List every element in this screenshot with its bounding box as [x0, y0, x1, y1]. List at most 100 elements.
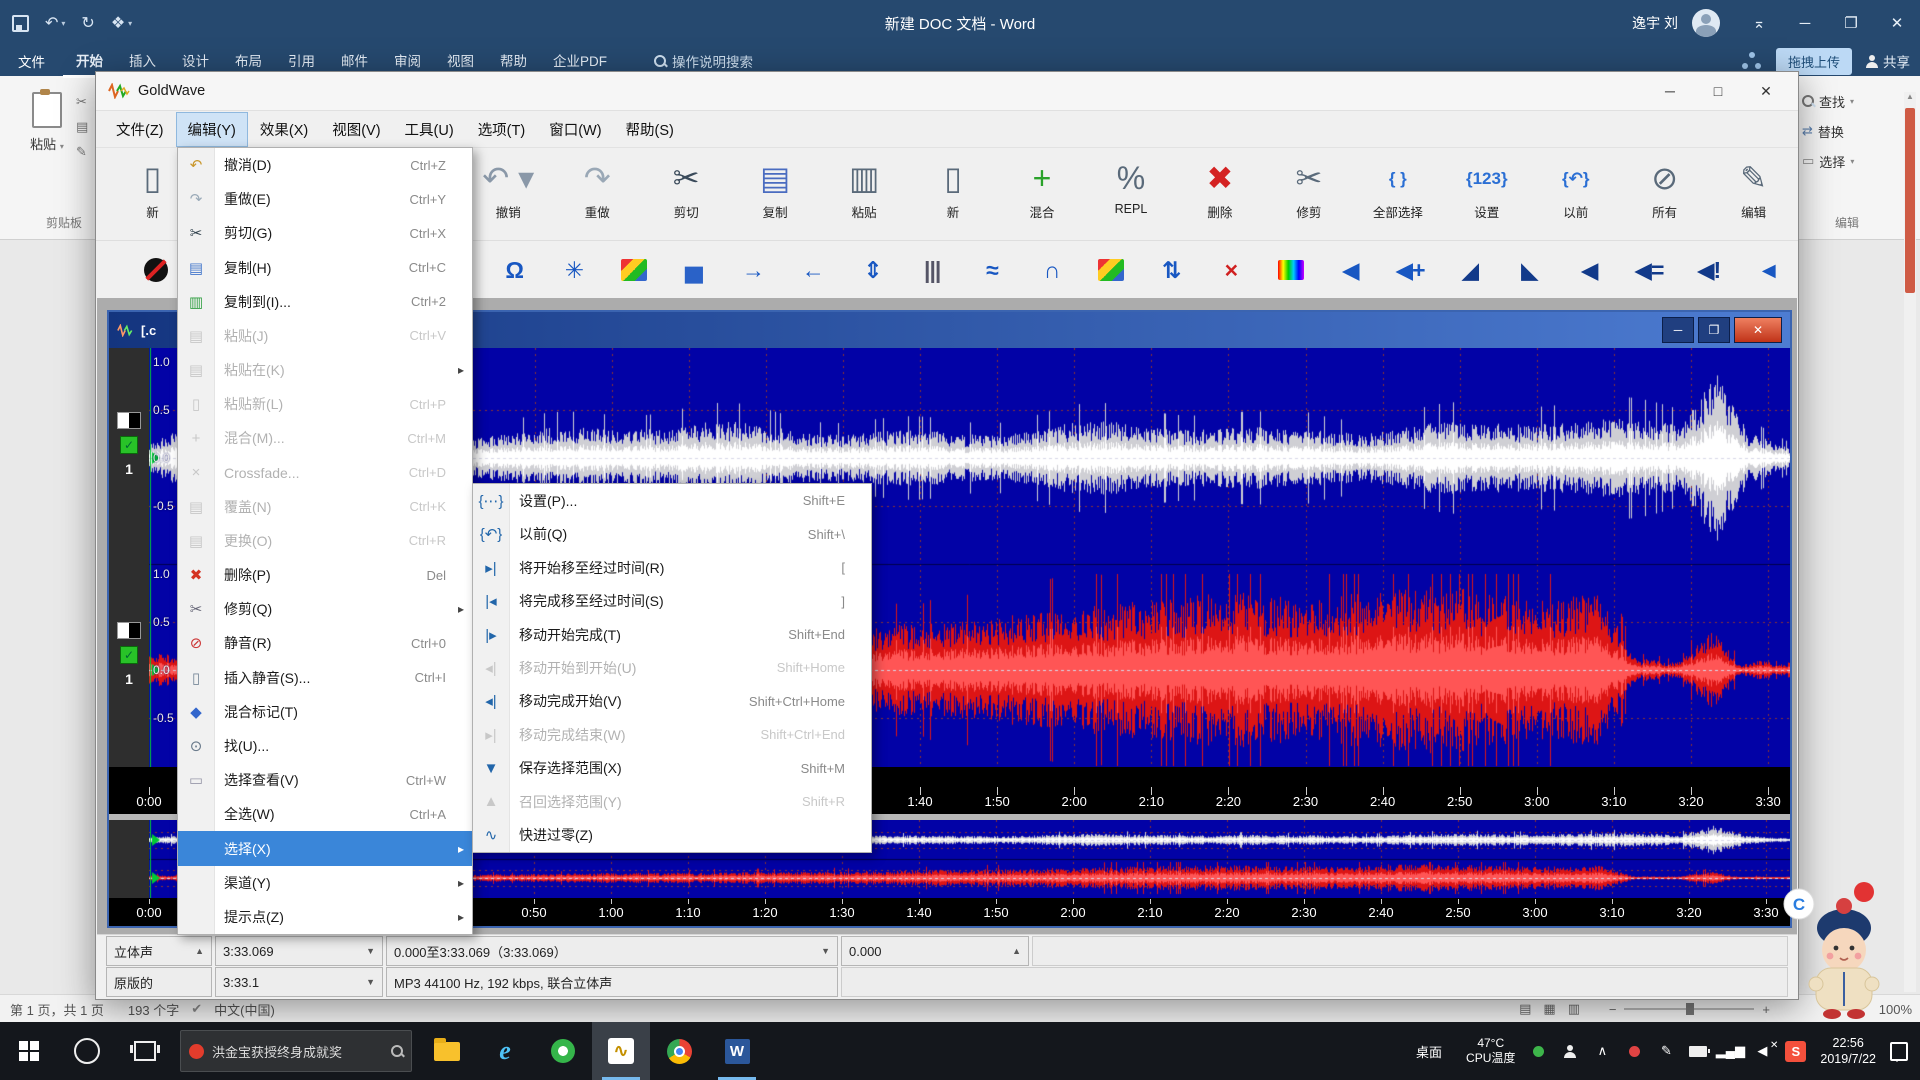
tab-file[interactable]: 文件	[0, 46, 63, 76]
menubar-item[interactable]: 工具(U)	[393, 112, 466, 147]
scroll-up-arrow-icon[interactable]: ▲	[1904, 92, 1916, 106]
cortana-button[interactable]	[58, 1022, 116, 1080]
select-submenu-item[interactable]: ∿快进过零(Z)	[473, 819, 871, 852]
effect-button[interactable]: →	[723, 248, 783, 292]
hidden-icons-chevron[interactable]: ∧	[1593, 1042, 1611, 1060]
language-indicator[interactable]: 中文(中国)	[214, 1000, 275, 1019]
close-button[interactable]: ✕	[1746, 76, 1786, 106]
quality-field[interactable]: 原版的	[106, 967, 212, 997]
action-center-button[interactable]	[1890, 1042, 1908, 1060]
position-field[interactable]: 0.000▲	[841, 936, 1029, 966]
edit-menu-item[interactable]: ↶撤消(D)Ctrl+Z	[178, 148, 472, 182]
spinner-up-icon[interactable]: ▲	[1004, 946, 1021, 956]
menubar-item[interactable]: 帮助(S)	[614, 112, 686, 147]
effect-button[interactable]: |||	[902, 248, 962, 292]
effect-button[interactable]: ▅	[663, 248, 723, 292]
edit-menu-item[interactable]: +混合(M)...Ctrl+M	[178, 421, 472, 455]
effect-button[interactable]: ⇅	[1141, 248, 1201, 292]
edit-menu-item[interactable]: ◆混合标记(T)	[178, 695, 472, 729]
minimize-button[interactable]: ─	[1662, 317, 1694, 343]
volume-muted-icon[interactable]: ◀✕	[1753, 1042, 1771, 1060]
toolbar-button[interactable]: {↶}以前	[1531, 148, 1620, 236]
toolbar-button[interactable]: +混合	[998, 148, 1087, 236]
tab-帮助[interactable]: 帮助	[487, 45, 540, 75]
replace-button[interactable]: ⇄替换	[1802, 116, 1902, 146]
effect-button[interactable]: Ω	[484, 248, 544, 292]
tab-视图[interactable]: 视图	[434, 45, 487, 75]
web-layout-icon[interactable]: ▥	[1568, 1001, 1580, 1017]
effect-button[interactable]: ≈	[962, 248, 1022, 292]
start-button[interactable]	[0, 1022, 58, 1080]
menubar-item[interactable]: 选项(T)	[466, 112, 538, 147]
close-button[interactable]: ✕	[1874, 0, 1920, 46]
select-submenu-item[interactable]: {↶}以前(Q)Shift+\	[473, 517, 871, 550]
edit-menu-item[interactable]: ▤更换(O)Ctrl+R	[178, 524, 472, 558]
desktop-peek-button[interactable]: 桌面	[1416, 1042, 1452, 1061]
toolbar-button[interactable]: ✂修剪	[1264, 148, 1353, 236]
effect-button[interactable]: ◀=	[1619, 248, 1679, 292]
antivirus-tray-icon[interactable]	[1529, 1042, 1547, 1060]
copy-icon[interactable]: ▤	[76, 119, 88, 135]
toolbar-button[interactable]: {123}设置	[1442, 148, 1531, 236]
cpu-temperature-widget[interactable]: 47°C CPU温度	[1466, 1036, 1515, 1066]
effect-button[interactable]	[604, 248, 664, 292]
select-submenu-item[interactable]: |▸移动开始完成(T)Shift+End	[473, 618, 871, 651]
select-submenu-item[interactable]: ◂|移动完成开始(V)Shift+Ctrl+Home	[473, 685, 871, 718]
edit-menu-item[interactable]: ▥复制到(I)...Ctrl+2	[178, 285, 472, 319]
toolbar-button[interactable]: ↶ ▾撤销	[464, 148, 553, 236]
user-tray-icon[interactable]	[1561, 1042, 1579, 1060]
user-name[interactable]: 逸宇 刘	[1632, 13, 1678, 33]
tab-设计[interactable]: 设计	[169, 45, 222, 75]
select-submenu-item[interactable]: |◂将完成移至经过时间(S)]	[473, 584, 871, 617]
toolbar-button[interactable]: ✂剪切	[642, 148, 731, 236]
sogou-input-icon[interactable]: S	[1785, 1041, 1806, 1062]
dropdown-icon[interactable]: ▼	[358, 946, 375, 956]
menubar-item[interactable]: 视图(V)	[320, 112, 392, 147]
scrollbar-thumb[interactable]	[1905, 108, 1915, 293]
minimize-button[interactable]: ─	[1782, 0, 1828, 46]
edit-menu-item[interactable]: 提示点(Z)▸	[178, 900, 472, 934]
channel-balance-icon[interactable]	[117, 622, 141, 639]
maximize-button[interactable]: ❐	[1828, 0, 1874, 46]
proofing-icon[interactable]: ✔	[191, 1001, 202, 1017]
select-button[interactable]: ▭选择▾	[1802, 146, 1902, 176]
select-submenu-item[interactable]: ◂|移动开始到开始(U)Shift+Home	[473, 651, 871, 684]
toolbar-button[interactable]: ▯新	[909, 148, 998, 236]
pen-tray-icon[interactable]: ✎	[1657, 1042, 1675, 1060]
effect-button[interactable]: ⇕	[843, 248, 903, 292]
edit-menu-item[interactable]: ✂修剪(Q)▸	[178, 592, 472, 626]
length-field[interactable]: 3:33.069▼	[215, 936, 383, 966]
zoom-slider[interactable]: − +	[1609, 1002, 1770, 1017]
restore-button[interactable]: ❐	[1698, 317, 1730, 343]
tell-me-search[interactable]: 操作说明搜索	[654, 51, 753, 71]
edit-menu-item[interactable]: ▤覆盖(N)Ctrl+K	[178, 490, 472, 524]
edit-menu-item[interactable]: ▤复制(H)Ctrl+C	[178, 251, 472, 285]
edit-menu-item[interactable]: ✂剪切(G)Ctrl+X	[178, 216, 472, 250]
tab-审阅[interactable]: 审阅	[381, 45, 434, 75]
zoom-thumb[interactable]	[1686, 1003, 1694, 1015]
close-button[interactable]: ✕	[1734, 317, 1782, 343]
battery-icon[interactable]	[1689, 1042, 1707, 1060]
clock[interactable]: 22:56 2019/7/22	[1820, 1035, 1876, 1068]
select-submenu-item[interactable]: {⋯}设置(P)...Shift+E	[473, 484, 871, 517]
edit-menu-item[interactable]: 全选(W)Ctrl+A	[178, 797, 472, 831]
toolbar-button[interactable]: ▥粘贴	[820, 148, 909, 236]
edit-menu-item[interactable]: ⊙找(U)...	[178, 729, 472, 763]
effect-button[interactable]	[1261, 248, 1321, 292]
recording-tray-icon[interactable]	[1625, 1042, 1643, 1060]
taskbar-search-box[interactable]: 洪金宝获授终身成就奖	[180, 1030, 412, 1072]
effect-button[interactable]: ×	[1201, 248, 1261, 292]
edit-menu-item[interactable]: ▤粘贴(J)Ctrl+V	[178, 319, 472, 353]
page-indicator[interactable]: 第 1 页，共 1 页	[10, 1000, 104, 1019]
tab-插入[interactable]: 插入	[116, 45, 169, 75]
ribbon-display-options-button[interactable]: ⌅	[1736, 0, 1782, 46]
menubar-item[interactable]: 窗口(W)	[537, 112, 613, 147]
read-mode-icon[interactable]: ▤	[1519, 1001, 1531, 1017]
share-button[interactable]: 共享	[1866, 51, 1910, 71]
format-painter-icon[interactable]: ✎	[76, 144, 88, 160]
tab-布局[interactable]: 布局	[222, 45, 275, 75]
edit-menu-item[interactable]: ▯插入静音(S)...Ctrl+I	[178, 661, 472, 695]
length2-field[interactable]: 3:33.1▼	[215, 967, 383, 997]
edit-menu-item[interactable]: ↷重做(E)Ctrl+Y	[178, 182, 472, 216]
menubar-item[interactable]: 效果(X)	[248, 112, 320, 147]
